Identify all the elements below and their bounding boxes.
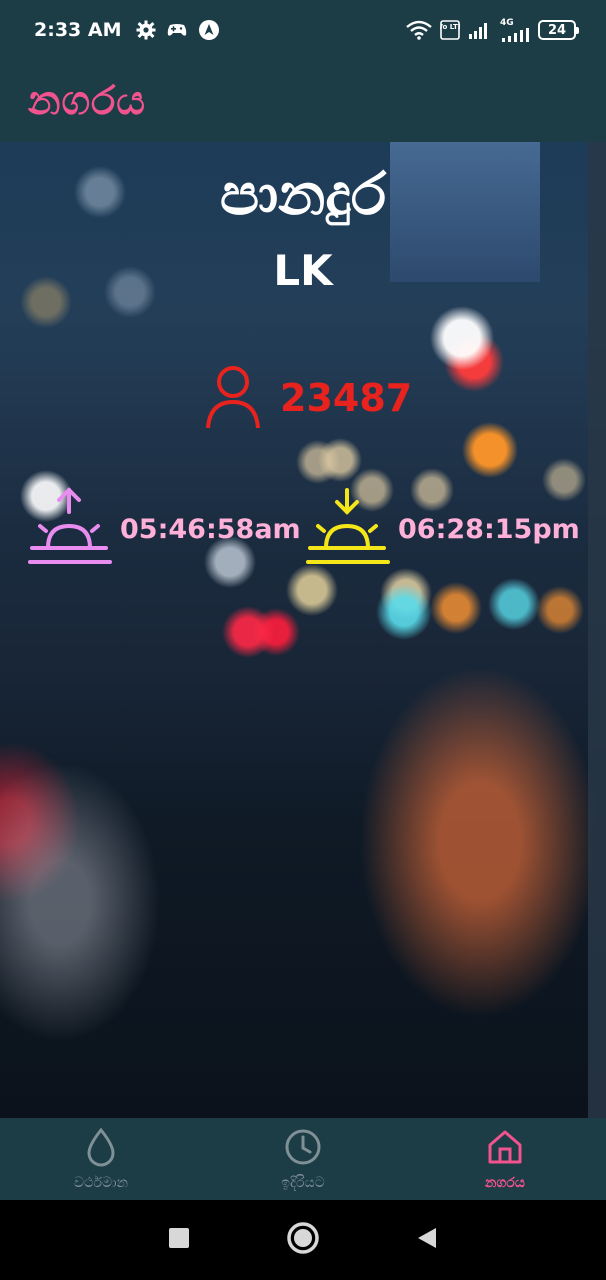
country-code: LK [273, 246, 333, 295]
gamepad-icon [166, 22, 188, 38]
drop-icon [83, 1127, 119, 1171]
bottom-nav: වර්ථමාන ඉදිරියට නගරය [0, 1118, 606, 1200]
city-name: පානදුර [219, 160, 387, 228]
network-label: 4G [500, 17, 514, 28]
sunset-time: 06:28:15pm [398, 513, 580, 545]
city-background: පානදුර LK 23487 05:46:58am 06:28:15pm [0, 142, 606, 1118]
status-left: 2:33 AM [34, 19, 220, 41]
nav-label-current: වර්ථමාන [73, 1175, 129, 1191]
status-time: 2:33 AM [34, 19, 122, 41]
battery-icon: 24 [538, 20, 579, 40]
app-title: නගරය [28, 78, 146, 124]
system-nav-bar [0, 1200, 606, 1280]
4g-signal-icon: 4G [500, 17, 530, 42]
nav-label-forecast: ඉදිරියට [281, 1175, 325, 1191]
nav-item-forecast[interactable]: ඉදිරියට [202, 1118, 404, 1200]
sunset-icon [304, 486, 390, 572]
nav-item-current[interactable]: වර්ථමාන [0, 1118, 202, 1200]
back-icon[interactable] [416, 1226, 438, 1254]
nav-arrow-icon [198, 19, 220, 41]
wifi-icon [406, 20, 432, 40]
home-circle-icon[interactable] [286, 1221, 320, 1259]
clock-icon [283, 1127, 323, 1171]
app-bar: නගරය [0, 60, 606, 142]
volte-label: Vo LTE [440, 23, 460, 31]
volte-icon: Vo LTE [440, 20, 460, 40]
sunrise-icon [26, 486, 112, 572]
status-bar: 2:33 AM Vo LTE 4G 24 [0, 0, 606, 60]
status-right: Vo LTE 4G 24 [406, 17, 579, 42]
home-icon [485, 1127, 525, 1171]
battery-level: 24 [547, 22, 567, 38]
population-value: 23487 [280, 376, 413, 420]
sunset-row: 06:28:15pm [304, 486, 580, 572]
population-row: 23487 [204, 362, 412, 434]
signal-icon [468, 20, 492, 40]
person-icon [204, 362, 262, 434]
nav-label-city: නගරය [485, 1175, 525, 1191]
sunrise-row: 05:46:58am [26, 486, 301, 572]
recents-icon[interactable] [168, 1227, 190, 1253]
nav-item-city[interactable]: නගරය [404, 1118, 606, 1200]
settings-icon [136, 20, 156, 40]
sunrise-time: 05:46:58am [120, 513, 301, 545]
